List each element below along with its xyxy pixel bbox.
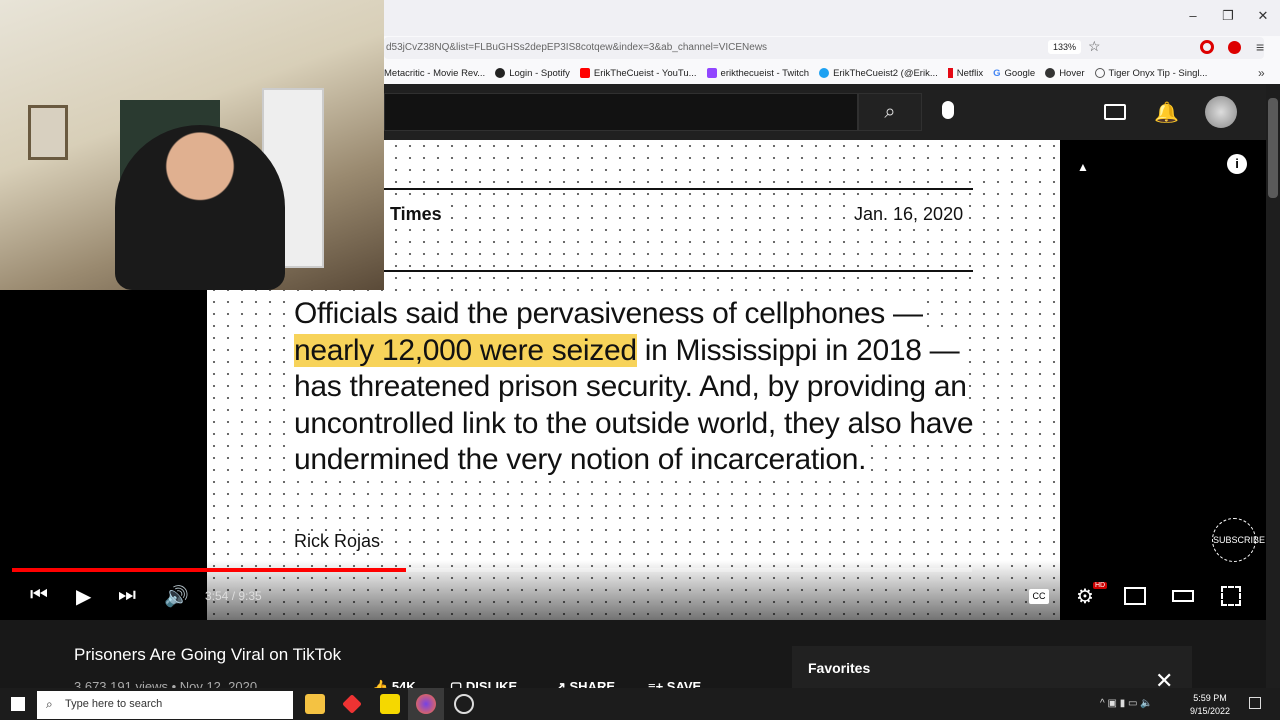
bookmark-label: erikthecueist - Twitch — [720, 67, 810, 79]
volume-icon[interactable]: 🔊 — [164, 584, 189, 609]
progress-bar[interactable] — [12, 568, 972, 572]
sticky-notes-icon[interactable] — [380, 694, 400, 714]
bookmark-label: Login - Spotify — [509, 67, 570, 79]
hd-badge: HD — [1093, 582, 1108, 589]
progress-fill — [12, 568, 406, 572]
avatar[interactable] — [1205, 96, 1237, 128]
bookmark-netflix[interactable]: Netflix — [947, 67, 984, 79]
next-icon[interactable]: ⏭ — [118, 584, 136, 607]
extension-icon[interactable] — [1200, 40, 1214, 54]
info-icon[interactable]: i — [1227, 154, 1247, 174]
bookmark-tiger-onyx[interactable]: Tiger Onyx Tip - Singl... — [1094, 67, 1208, 79]
twitch-icon — [706, 68, 717, 78]
search-icon: ⌕ — [46, 697, 53, 711]
article-date: Jan. 16, 2020 — [852, 204, 966, 225]
menu-icon[interactable]: ≡ — [1256, 39, 1264, 55]
minimize-button[interactable]: – — [1178, 8, 1208, 23]
globe-icon — [1094, 68, 1105, 78]
spotify-icon — [495, 68, 506, 78]
bookmark-spotify[interactable]: Login - Spotify — [495, 68, 570, 79]
theater-mode-icon[interactable] — [1172, 590, 1194, 602]
netflix-icon — [947, 68, 953, 78]
bookmark-twitter[interactable]: ErikTheCueist2 (@Erik... — [819, 68, 938, 79]
notifications-icon[interactable] — [1249, 697, 1261, 709]
address-bar[interactable]: d53jCvZ38NQ&list=FLBuGHSs2depEP3IS8cotqe… — [384, 37, 1264, 59]
bookmark-label: Google — [1004, 67, 1036, 79]
bookmark-star-icon[interactable]: ☆ — [1088, 38, 1101, 55]
clock-date: 9/15/2022 — [1190, 706, 1231, 716]
firefox-taskbar-button[interactable] — [408, 688, 444, 720]
firefox-icon — [416, 694, 436, 714]
article-quote: Officials said the pervasiveness of cell… — [294, 296, 994, 479]
fullscreen-icon[interactable] — [1221, 586, 1241, 606]
mouse-cursor: ▲ — [1077, 160, 1089, 174]
wall-picture — [28, 105, 68, 160]
search-input[interactable] — [384, 93, 858, 131]
taskbar-clock[interactable]: 5:59 PM 9/15/2022 — [1190, 692, 1230, 718]
taskbar-search-input[interactable]: Type here to search — [37, 691, 293, 719]
bookmarks-overflow-button[interactable]: » — [1258, 66, 1265, 80]
windows-start-icon[interactable] — [11, 697, 25, 711]
streamer — [115, 125, 285, 290]
article-source: Times — [388, 204, 444, 225]
zoom-level[interactable]: 133% — [1048, 40, 1082, 54]
bookmark-label: ErikTheCueist - YouTu... — [593, 67, 697, 79]
microphone-icon[interactable] — [942, 101, 954, 119]
bookmark-metacritic[interactable]: Metacritic - Movie Rev... — [384, 68, 485, 79]
maximize-button[interactable]: ❐ — [1213, 8, 1243, 24]
miniplayer-icon[interactable] — [1124, 587, 1146, 605]
youtube-icon — [579, 68, 590, 78]
bookmark-label: Hover — [1059, 67, 1085, 79]
play-icon[interactable]: ▶ — [76, 584, 91, 609]
webcam-overlay — [0, 0, 384, 290]
divider — [384, 188, 973, 190]
google-icon: G — [993, 67, 1001, 79]
time-display: 3:54 / 9:35 — [205, 589, 262, 603]
bookmark-label: Metacritic - Movie Rev... — [384, 67, 486, 79]
previous-icon[interactable]: ⏮ — [30, 584, 48, 607]
quote-highlight: nearly 12,000 were seized — [294, 333, 637, 367]
bookmark-label: ErikTheCueist2 (@Erik... — [833, 67, 938, 79]
twitter-icon — [819, 68, 830, 78]
close-window-button[interactable]: ✕ — [1248, 8, 1278, 24]
video-title: Prisoners Are Going Viral on TikTok — [74, 645, 342, 664]
file-explorer-icon[interactable] — [305, 694, 325, 714]
notifications-bell-icon[interactable]: 🔔 — [1154, 100, 1179, 125]
bookmark-twitch[interactable]: erikthecueist - Twitch — [706, 67, 810, 79]
bookmark-hover[interactable]: Hover — [1045, 67, 1085, 79]
obs-icon[interactable] — [454, 694, 474, 714]
divider — [384, 270, 973, 272]
clock-time: 5:59 PM — [1193, 693, 1227, 703]
hover-icon — [1045, 68, 1056, 78]
search-icon[interactable]: ⌕ — [858, 93, 922, 131]
subscribe-watermark[interactable]: SUBSCRIBE — [1212, 518, 1265, 562]
favorites-title: Favorites — [808, 660, 871, 676]
quote-author: Rick Rojas — [294, 531, 381, 552]
bookmark-label: Netflix — [956, 67, 984, 79]
create-video-icon[interactable] — [1104, 104, 1126, 120]
bookmark-youtube[interactable]: ErikTheCueist - YouTu... — [579, 67, 697, 79]
system-tray-icons[interactable]: ^ ▣ ▮ ▭ 🔈 — [1100, 698, 1153, 709]
bookmark-label: Tiger Onyx Tip - Singl... — [1108, 67, 1208, 79]
settings-gear-icon[interactable]: ⚙ — [1076, 584, 1094, 609]
quote-text: Officials said the pervasiveness of cell… — [294, 297, 923, 330]
captions-icon[interactable]: CC — [1029, 589, 1049, 604]
profile-icon[interactable] — [1228, 41, 1241, 54]
bookmarks-bar: Metacritic - Movie Rev... Login - Spotif… — [384, 63, 1207, 83]
scrollbar-thumb[interactable] — [1268, 98, 1278, 198]
bookmark-google[interactable]: G Google — [993, 68, 1035, 79]
